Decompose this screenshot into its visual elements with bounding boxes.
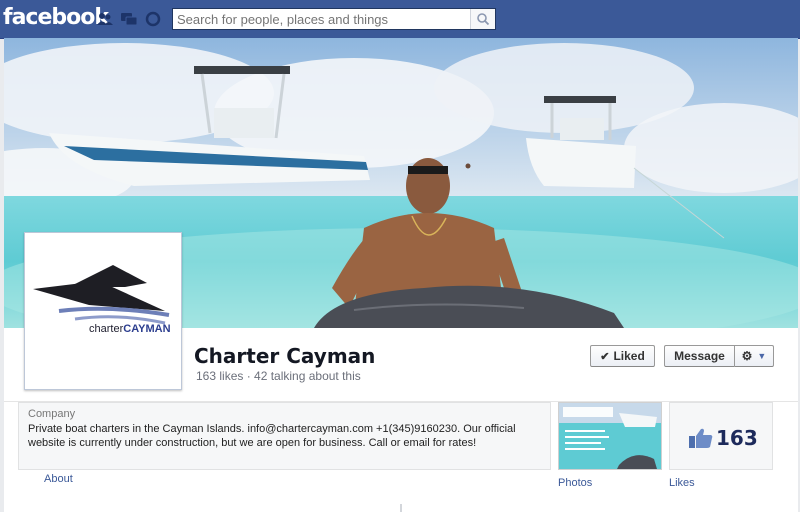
thumbs-up-icon [689, 428, 713, 448]
likes-link[interactable]: Likes [669, 477, 695, 489]
friends-icon[interactable] [96, 11, 114, 27]
message-button[interactable]: Message [664, 345, 734, 367]
brand-wordmark: charterCAYMAN [89, 323, 171, 335]
notification-jewels [96, 11, 162, 27]
checkmark-icon: ✔ [600, 350, 610, 363]
page-category: Company [28, 408, 76, 420]
boat-logo-icon [33, 265, 170, 325]
page-container: charterCAYMAN Charter Cayman 163 likes ·… [4, 38, 798, 512]
photos-link[interactable]: Photos [558, 477, 592, 489]
search-icon [477, 13, 490, 26]
gear-icon: ⚙ [741, 349, 753, 363]
about-box: Company Private boat charters in the Cay… [18, 402, 551, 470]
profile-picture[interactable]: charterCAYMAN [24, 232, 182, 390]
photos-thumbnail-image [559, 403, 661, 469]
page-stats: 163 likes · 42 talking about this [196, 369, 361, 383]
messages-icon[interactable] [120, 11, 138, 27]
search-button[interactable] [470, 9, 495, 29]
page-description: Private boat charters in the Cayman Isla… [28, 423, 516, 449]
profile-logo: charterCAYMAN [29, 237, 177, 385]
page-title[interactable]: Charter Cayman [194, 344, 375, 368]
about-link[interactable]: About [44, 473, 73, 485]
search-box[interactable] [172, 8, 496, 30]
liked-button[interactable]: ✔ Liked [590, 345, 655, 367]
chevron-down-icon: ▼ [757, 351, 767, 361]
top-navigation-bar: facebook [0, 0, 800, 39]
settings-dropdown-button[interactable]: ⚙ ▼ [734, 345, 774, 367]
facebook-logo[interactable]: facebook [3, 5, 109, 30]
likes-box[interactable]: 163 [669, 402, 773, 470]
notifications-icon[interactable] [144, 11, 162, 27]
search-input[interactable] [177, 10, 467, 28]
likes-count: 163 [716, 426, 758, 450]
photos-thumbnail[interactable] [558, 402, 662, 470]
timeline-spine [400, 504, 402, 512]
